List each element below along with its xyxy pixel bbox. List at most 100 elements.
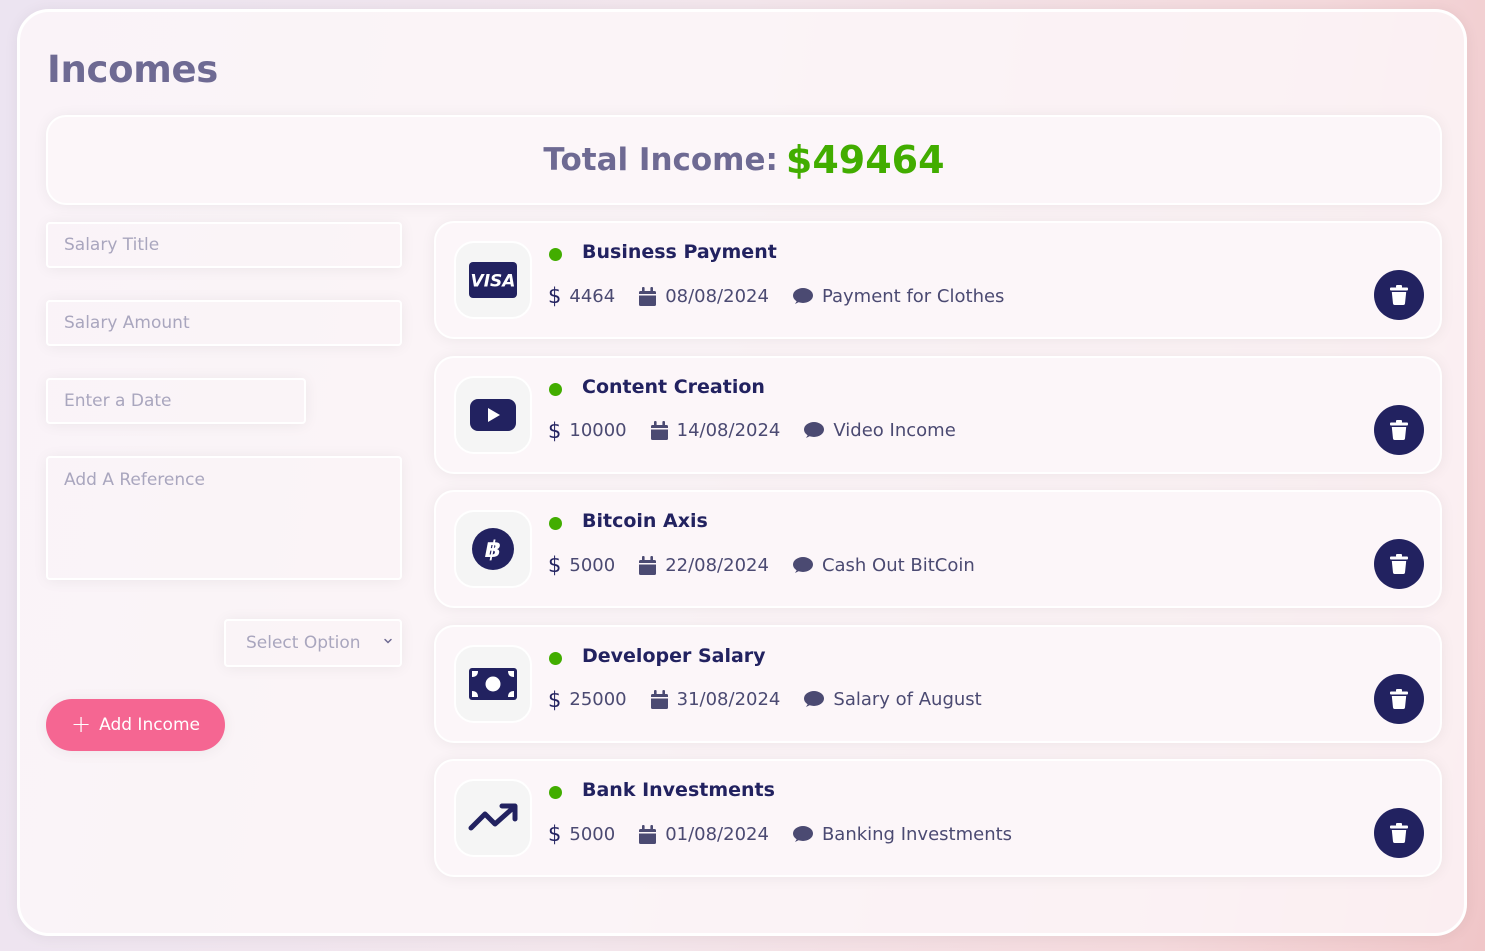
- income-title: Business Payment: [582, 241, 777, 263]
- category-select[interactable]: Select Option: [224, 619, 402, 667]
- youtube-icon: [470, 398, 516, 431]
- income-item: Content Creation $ 10000 14/08/2024 Vide…: [434, 355, 1442, 474]
- date-group: 14/08/2024: [650, 420, 781, 441]
- category-icon-box: [454, 644, 532, 723]
- visa-icon: VISA: [469, 262, 517, 298]
- income-item: VISA Business Payment $ 4464 08/08/2024: [434, 221, 1442, 339]
- calendar-icon: [639, 824, 657, 844]
- comment-icon: [792, 287, 813, 304]
- income-meta: $ 5000 22/08/2024 Cash Out BitCoin: [548, 553, 999, 577]
- category-icon-box: ฿: [454, 510, 532, 588]
- status-dot: [549, 382, 562, 396]
- plus-icon: +: [71, 710, 92, 738]
- incomes-panel: Incomes Total Income: $49464 Select Opti…: [17, 9, 1467, 936]
- total-income-card: Total Income: $49464: [46, 115, 1442, 205]
- income-description: Video Income: [833, 420, 956, 441]
- dollar-icon: $: [548, 822, 562, 846]
- trash-icon: [1390, 285, 1408, 305]
- trash-icon: [1390, 419, 1408, 440]
- amount-group: $ 10000: [548, 419, 627, 443]
- date-group: 22/08/2024: [639, 555, 769, 576]
- comment-icon: [804, 691, 825, 707]
- amount-group: $ 25000: [548, 688, 627, 712]
- trash-icon: [1390, 688, 1408, 709]
- calendar-icon: [639, 555, 657, 575]
- income-meta: $ 4464 08/08/2024 Payment for Clothes: [548, 284, 1028, 308]
- comment-icon: [792, 556, 813, 573]
- income-amount: 25000: [569, 689, 627, 710]
- income-title: Developer Salary: [582, 644, 766, 667]
- income-amount: 10000: [569, 420, 627, 441]
- trash-icon: [1390, 823, 1408, 843]
- add-income-label: Add Income: [99, 715, 200, 735]
- status-dot: [549, 786, 562, 799]
- trend-up-icon: [468, 803, 518, 831]
- income-title: Content Creation: [582, 375, 765, 398]
- description-group: Video Income: [804, 420, 956, 441]
- status-dot: [549, 517, 562, 530]
- delete-button[interactable]: [1374, 270, 1424, 320]
- income-item: Bank Investments $ 5000 01/08/2024 Banki…: [434, 759, 1442, 877]
- description-group: Cash Out BitCoin: [792, 554, 975, 576]
- income-description: Payment for Clothes: [821, 285, 1005, 307]
- svg-text:฿: ฿: [485, 537, 501, 563]
- money-bill-icon: [469, 667, 517, 700]
- income-date: 08/08/2024: [665, 285, 769, 307]
- income-date: 14/08/2024: [676, 420, 781, 441]
- calendar-icon: [650, 421, 668, 440]
- income-description: Cash Out BitCoin: [821, 554, 975, 576]
- income-date: 22/08/2024: [665, 554, 769, 576]
- add-income-button[interactable]: + Add Income: [46, 699, 225, 751]
- income-amount: 4464: [569, 285, 616, 307]
- amount-group: $ 4464: [548, 284, 615, 308]
- income-meta: $ 25000 31/08/2024 Salary of August: [548, 688, 1006, 712]
- total-income-value: $49464: [785, 138, 945, 182]
- description-group: Salary of August: [804, 689, 982, 710]
- amount-group: $ 5000: [548, 553, 615, 577]
- dollar-icon: $: [548, 553, 562, 577]
- income-amount: 5000: [569, 823, 616, 845]
- delete-button[interactable]: [1374, 404, 1424, 455]
- chevron-down-icon: [384, 638, 392, 644]
- trash-icon: [1390, 554, 1408, 574]
- date-group: 01/08/2024: [639, 824, 769, 845]
- income-meta: $ 10000 14/08/2024 Video Income: [548, 419, 980, 443]
- income-title: Bitcoin Axis: [582, 510, 708, 532]
- income-description: Salary of August: [833, 689, 982, 710]
- dollar-icon: $: [548, 418, 562, 443]
- dollar-icon: $: [548, 284, 562, 308]
- delete-button[interactable]: [1374, 673, 1424, 724]
- income-title: Bank Investments: [582, 779, 775, 801]
- calendar-icon: [650, 690, 668, 709]
- category-icon-box: VISA: [454, 241, 532, 319]
- income-meta: $ 5000 01/08/2024 Banking Investments: [548, 822, 1036, 846]
- svg-text:VISA: VISA: [471, 272, 516, 292]
- total-income-label: Total Income:: [543, 142, 778, 178]
- status-dot: [549, 651, 562, 665]
- comment-icon: [804, 422, 825, 438]
- income-date: 31/08/2024: [676, 689, 781, 710]
- amount-group: $ 5000: [548, 822, 615, 846]
- reference-textarea[interactable]: [46, 456, 402, 580]
- income-amount: 5000: [569, 554, 616, 576]
- salary-amount-input[interactable]: [46, 300, 402, 346]
- income-date: 01/08/2024: [665, 823, 769, 845]
- bitcoin-icon: ฿: [472, 528, 514, 570]
- page-title: Incomes: [47, 48, 219, 91]
- category-icon-box: [454, 779, 532, 857]
- description-group: Payment for Clothes: [792, 285, 1005, 307]
- date-group: 08/08/2024: [639, 286, 769, 307]
- comment-icon: [792, 825, 813, 842]
- delete-button[interactable]: [1374, 539, 1424, 589]
- date-input[interactable]: [46, 378, 306, 424]
- status-dot: [549, 248, 562, 261]
- dollar-icon: $: [548, 687, 562, 712]
- date-group: 31/08/2024: [650, 689, 781, 710]
- income-list: VISA Business Payment $ 4464 08/08/2024: [434, 221, 1442, 894]
- income-description: Banking Investments: [821, 823, 1013, 845]
- salary-title-input[interactable]: [46, 222, 402, 268]
- delete-button[interactable]: [1374, 808, 1424, 858]
- category-icon-box: [454, 375, 532, 454]
- income-item: Developer Salary $ 25000 31/08/2024 Sala…: [434, 624, 1442, 743]
- income-item: ฿ Bitcoin Axis $ 5000 22/08/2024 Cash Ou…: [434, 490, 1442, 608]
